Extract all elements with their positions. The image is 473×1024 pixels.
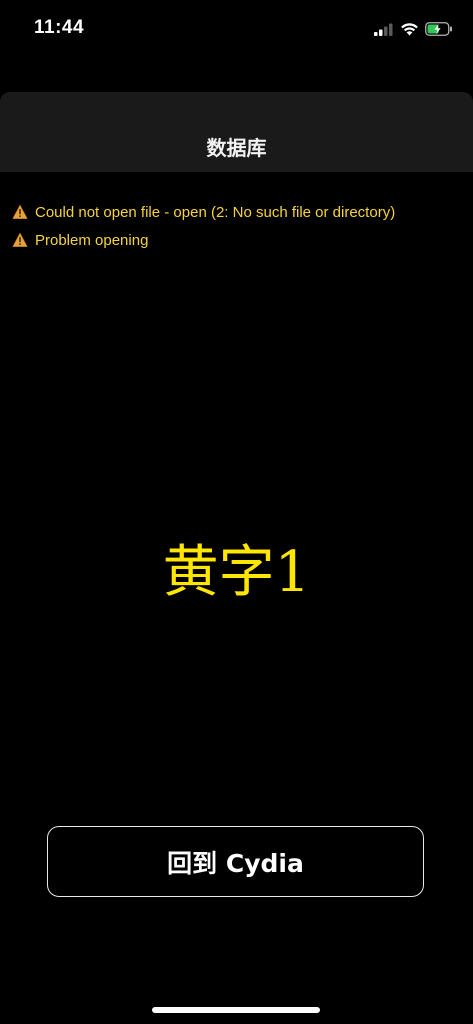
warning-icon: [12, 232, 28, 248]
home-indicator[interactable]: [152, 1007, 320, 1013]
battery-charging-icon: [425, 22, 453, 36]
list-item: Problem opening: [12, 226, 462, 254]
return-to-cydia-button[interactable]: 回到 Cydia: [47, 826, 424, 897]
wifi-icon: [400, 22, 419, 36]
message-list: Could not open file - open (2: No such f…: [12, 198, 462, 254]
status-icons: [374, 19, 453, 39]
warning-icon: [12, 204, 28, 220]
page-title: 数据库: [206, 136, 267, 160]
status-bar: 11:44: [0, 0, 473, 56]
nav-header: 数据库: [0, 92, 473, 172]
message-text: Could not open file - open (2: No such f…: [35, 203, 396, 221]
cellular-signal-icon: [374, 23, 394, 36]
list-item: Could not open file - open (2: No such f…: [12, 198, 462, 226]
yellow-caption: 黄字1: [162, 540, 311, 605]
status-time: 11:44: [34, 17, 85, 38]
message-text: Problem opening: [35, 231, 149, 249]
